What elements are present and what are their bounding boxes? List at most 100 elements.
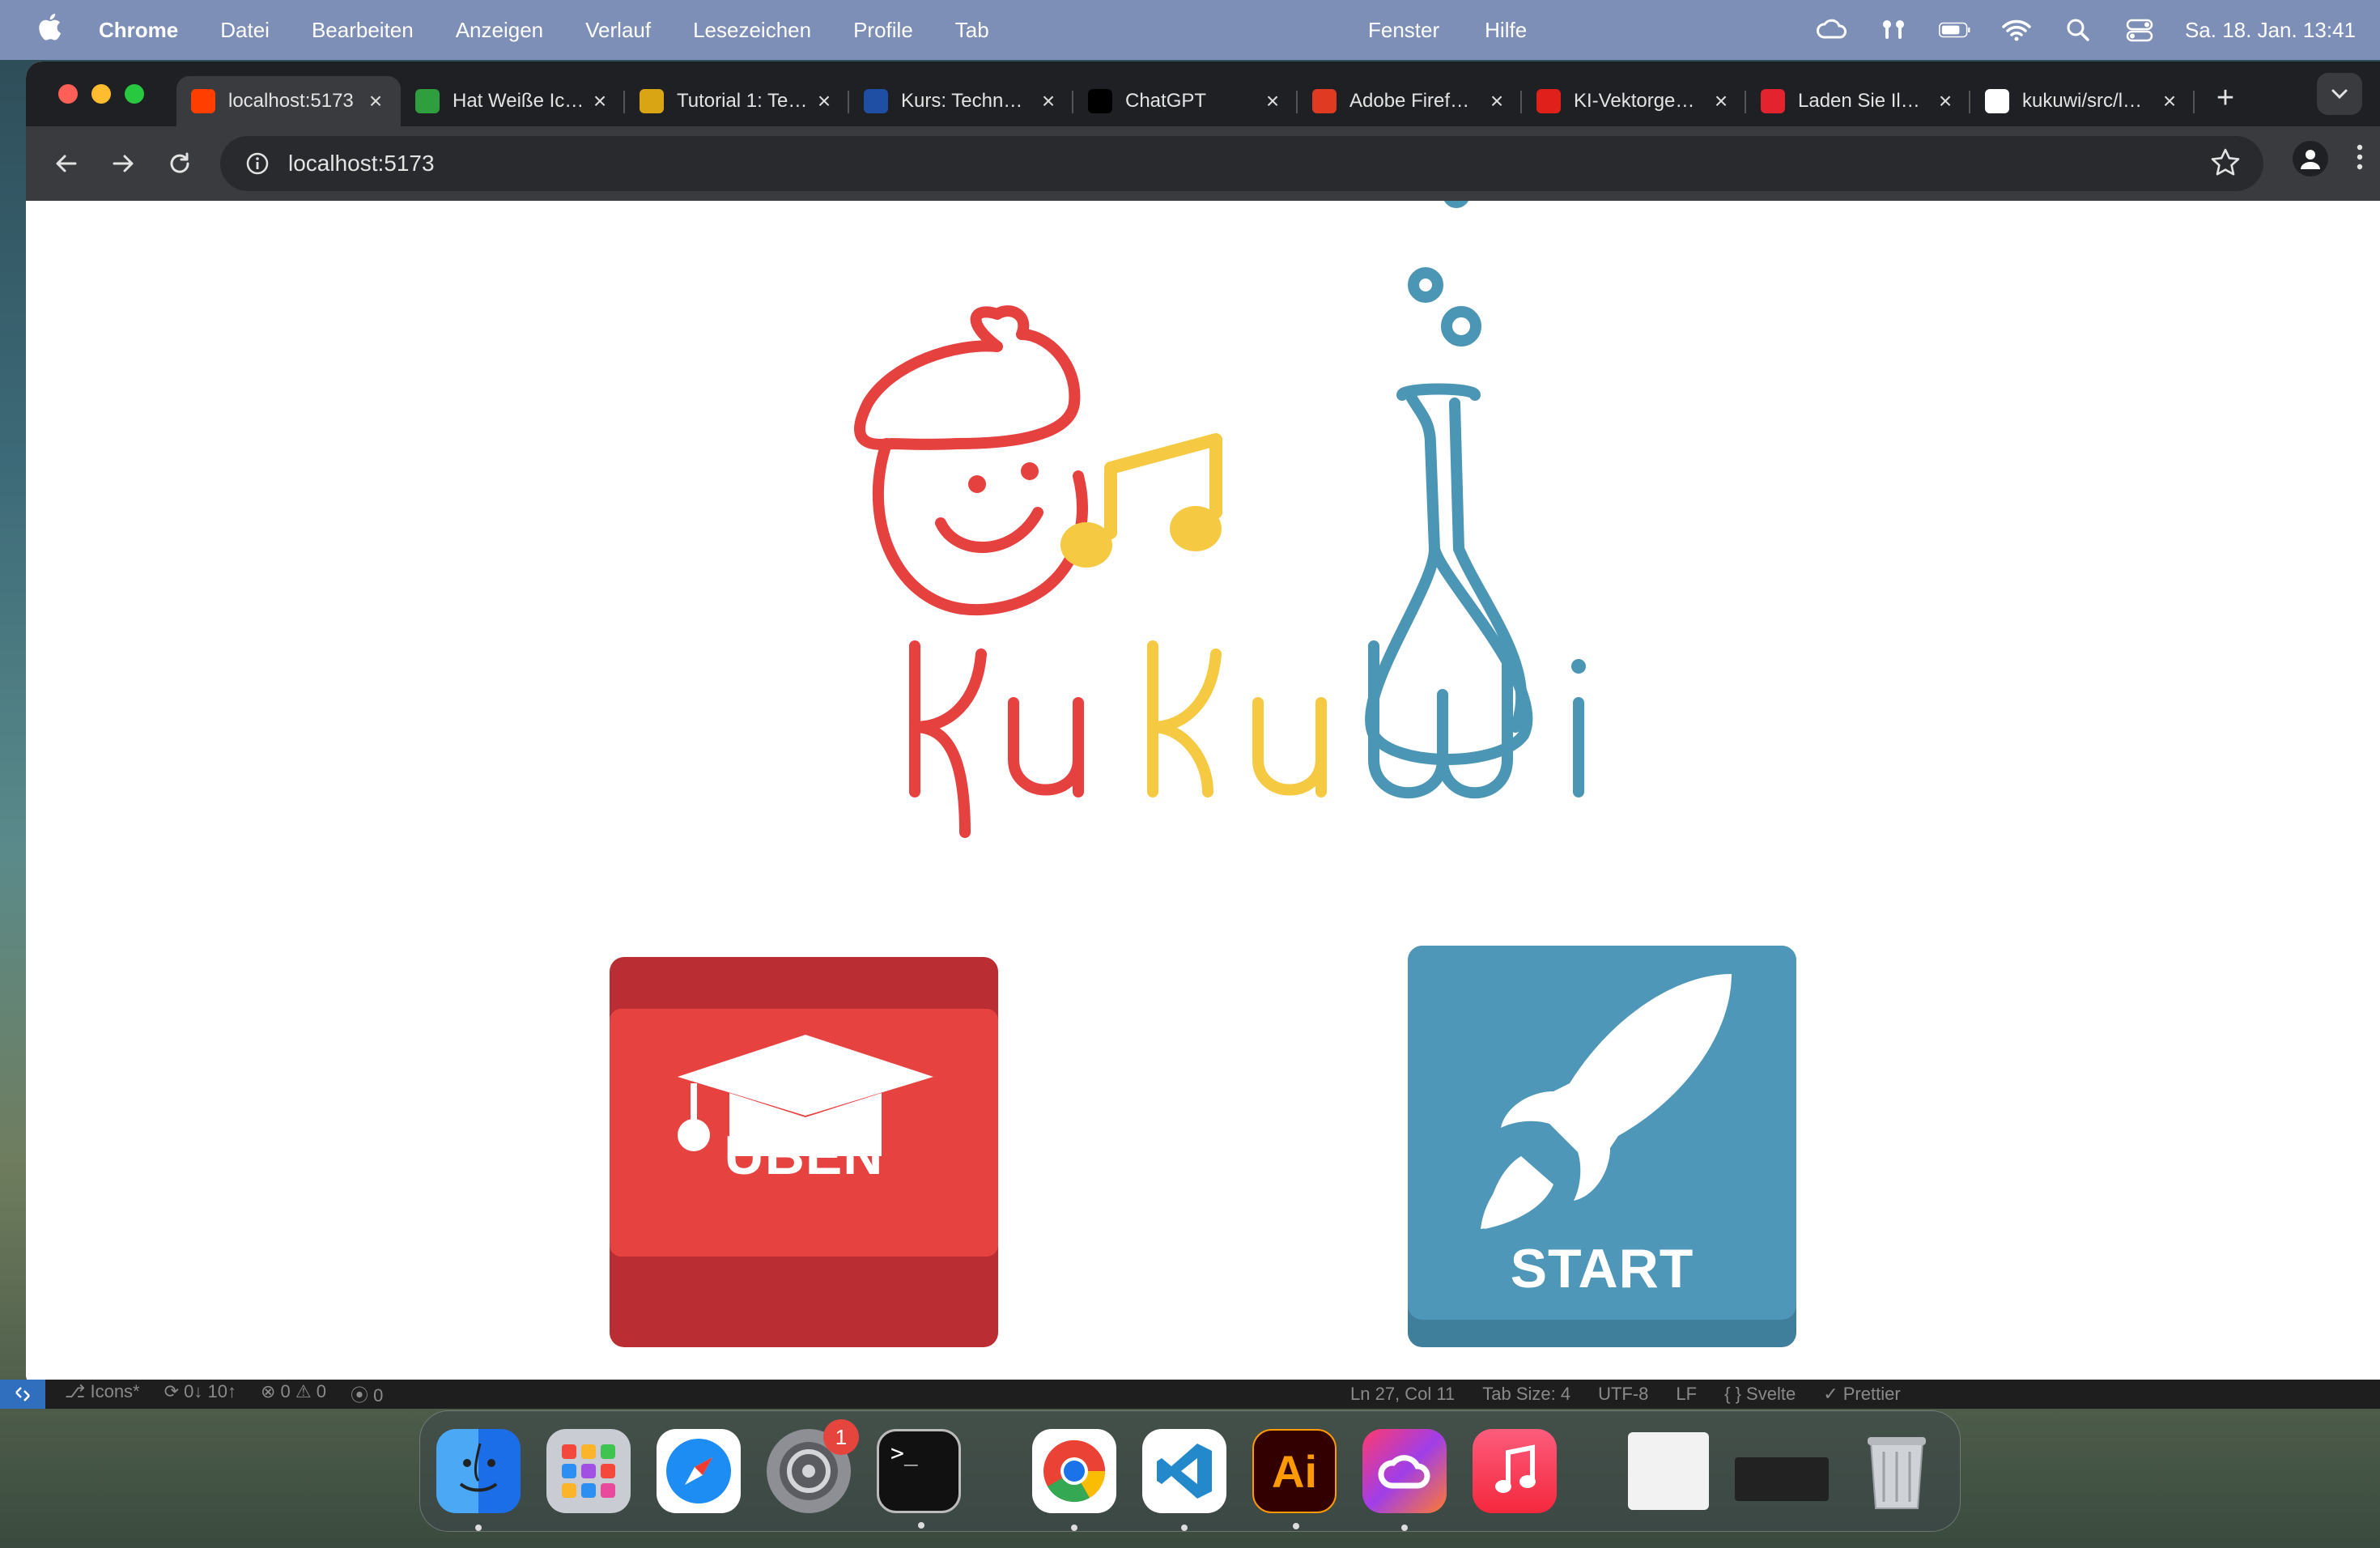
menu-bar-clock[interactable]: Sa. 18. Jan. 13:41 — [2185, 18, 2356, 43]
logo-letters-wi-blue — [1368, 640, 1584, 799]
trash-icon[interactable] — [1855, 1429, 1939, 1513]
finder-icon[interactable] — [436, 1429, 521, 1531]
menu-tab[interactable]: Tab — [955, 18, 989, 43]
globe-icon — [864, 89, 888, 113]
url-text[interactable]: localhost:5173 — [288, 151, 435, 176]
tab-6[interactable]: KI-Vektorge… × — [1522, 76, 1746, 126]
start-button-label: START — [1510, 1238, 1694, 1299]
tab-4[interactable]: ChatGPT × — [1073, 76, 1298, 126]
problems-count[interactable]: ⊗ 0 ⚠ 0 — [261, 1381, 326, 1407]
back-button[interactable] — [44, 141, 89, 186]
creative-cloud-icon[interactable] — [1362, 1429, 1447, 1531]
menu-anzeigen[interactable]: Anzeigen — [456, 18, 543, 43]
document-stack-icon[interactable] — [1628, 1432, 1709, 1510]
reload-button[interactable] — [157, 141, 202, 186]
tab-8[interactable]: kukuwi/src/l… × — [1970, 76, 2195, 126]
ports-count[interactable]: ⦿ 0 — [351, 1381, 383, 1407]
launchpad-icon[interactable] — [546, 1429, 631, 1513]
ueben-button-label: ÜBEN — [724, 1125, 884, 1186]
terminal-prompt-glyph: >_ — [890, 1440, 918, 1466]
git-sync[interactable]: ⟳ 0↓ 10↑ — [164, 1381, 236, 1407]
refresh-red-icon — [1761, 89, 1785, 113]
tab-title: KI-Vektorge… — [1574, 90, 1695, 112]
apple-menu-icon[interactable] — [21, 12, 78, 49]
tab-3[interactable]: Kurs: Techn… × — [849, 76, 1073, 126]
more-menu-icon[interactable] — [2356, 143, 2364, 175]
close-tab-icon[interactable]: × — [1485, 88, 1509, 114]
site-info-icon[interactable] — [243, 149, 272, 178]
minimize-window-button[interactable] — [91, 84, 111, 104]
close-tab-icon[interactable]: × — [1260, 88, 1285, 114]
encoding[interactable]: UTF-8 — [1598, 1384, 1648, 1405]
tab-2[interactable]: Tutorial 1: Te… × — [625, 76, 849, 126]
menu-profile[interactable]: Profile — [853, 18, 913, 43]
chrome-icon[interactable] — [1032, 1429, 1116, 1531]
battery-icon[interactable] — [1938, 14, 1971, 46]
close-tab-icon[interactable]: × — [1709, 88, 1733, 114]
menu-lesezeichen[interactable]: Lesezeichen — [693, 18, 811, 43]
menu-verlauf[interactable]: Verlauf — [585, 18, 651, 43]
prettier-status[interactable]: ✓ Prettier — [1823, 1384, 1900, 1405]
wifi-icon[interactable] — [2000, 14, 2033, 46]
ueben-button[interactable]: ÜBEN — [610, 957, 998, 1347]
close-tab-icon[interactable]: × — [2157, 88, 2182, 114]
tab-0[interactable]: localhost:5173 × — [176, 76, 401, 126]
tab-title: kukuwi/src/l… — [2022, 90, 2143, 112]
tab-search-button[interactable] — [2317, 73, 2362, 115]
close-tab-icon[interactable]: × — [588, 88, 612, 114]
tab-5[interactable]: Adobe Firef… × — [1298, 76, 1522, 126]
tab-title: ChatGPT — [1125, 90, 1207, 112]
start-button[interactable]: START — [1408, 946, 1796, 1347]
screenshot-stack-icon[interactable] — [1735, 1457, 1829, 1501]
close-tab-icon[interactable]: × — [1933, 88, 1957, 114]
profile-avatar-icon[interactable] — [2293, 141, 2328, 176]
creative-cloud-status-icon[interactable] — [1816, 14, 1848, 46]
control-center-icon[interactable] — [2123, 14, 2156, 46]
spotlight-search-icon[interactable] — [2062, 14, 2094, 46]
chrome-window: localhost:5173 × Hat Weiße Ic… × Tutorial 1:… — [26, 62, 2380, 1386]
window-controls — [58, 84, 144, 104]
system-settings-icon[interactable]: 1 — [767, 1419, 859, 1513]
tab-strip: localhost:5173 × Hat Weiße Ic… × Tutorial 1:… — [26, 62, 2380, 126]
tab-1[interactable]: Hat Weiße Ic… × — [401, 76, 625, 126]
new-tab-button[interactable]: + — [2209, 81, 2242, 126]
forward-button[interactable] — [100, 141, 146, 186]
git-branch[interactable]: ⎇ Icons* — [65, 1381, 140, 1407]
tab-title: Tutorial 1: Te… — [677, 90, 808, 112]
language-mode[interactable]: { } Svelte — [1724, 1384, 1796, 1405]
arrow-right-icon — [113, 155, 134, 172]
airpods-icon[interactable] — [1877, 14, 1910, 46]
menu-bearbeiten[interactable]: Bearbeiten — [312, 18, 414, 43]
settings-notification-badge: 1 — [823, 1419, 859, 1455]
tab-title: Laden Sie Il… — [1798, 90, 1920, 112]
vscode-status-bar: ⎇ Icons* ⟳ 0↓ 10↑ ⊗ 0 ⚠ 0 ⦿ 0 Ln 27, Col… — [0, 1380, 2380, 1409]
close-tab-icon[interactable]: × — [812, 88, 836, 114]
close-tab-icon[interactable]: × — [1036, 88, 1060, 114]
menu-hilfe[interactable]: Hilfe — [1485, 18, 1527, 43]
terminal-icon[interactable]: >_ — [877, 1429, 961, 1529]
bookmark-star-icon[interactable] — [2210, 147, 2241, 184]
svelte-icon — [191, 89, 215, 113]
vscode-icon[interactable] — [1142, 1429, 1226, 1531]
adobe-icon — [1536, 89, 1561, 113]
reload-icon — [170, 152, 189, 173]
tutorial-icon — [640, 89, 664, 113]
running-indicator — [1293, 1523, 1299, 1529]
end-of-line[interactable]: LF — [1676, 1384, 1697, 1405]
running-indicator — [918, 1522, 924, 1529]
tab-7[interactable]: Laden Sie Il… × — [1746, 76, 1970, 126]
illustrator-icon[interactable]: Ai — [1252, 1429, 1337, 1529]
safari-icon[interactable] — [657, 1429, 741, 1513]
remote-indicator-icon[interactable] — [0, 1380, 45, 1409]
address-bar[interactable]: localhost:5173 — [220, 136, 2263, 191]
app-menu-chrome[interactable]: Chrome — [99, 18, 178, 43]
music-icon[interactable] — [1473, 1429, 1557, 1513]
close-tab-icon[interactable]: × — [363, 88, 388, 114]
zoom-window-button[interactable] — [125, 84, 144, 104]
cursor-position[interactable]: Ln 27, Col 11 — [1350, 1384, 1455, 1405]
tab-title: localhost:5173 — [228, 90, 354, 112]
tab-size[interactable]: Tab Size: 4 — [1482, 1384, 1570, 1405]
menu-datei[interactable]: Datei — [220, 18, 270, 43]
close-window-button[interactable] — [58, 84, 78, 104]
menu-fenster[interactable]: Fenster — [1368, 18, 1439, 43]
